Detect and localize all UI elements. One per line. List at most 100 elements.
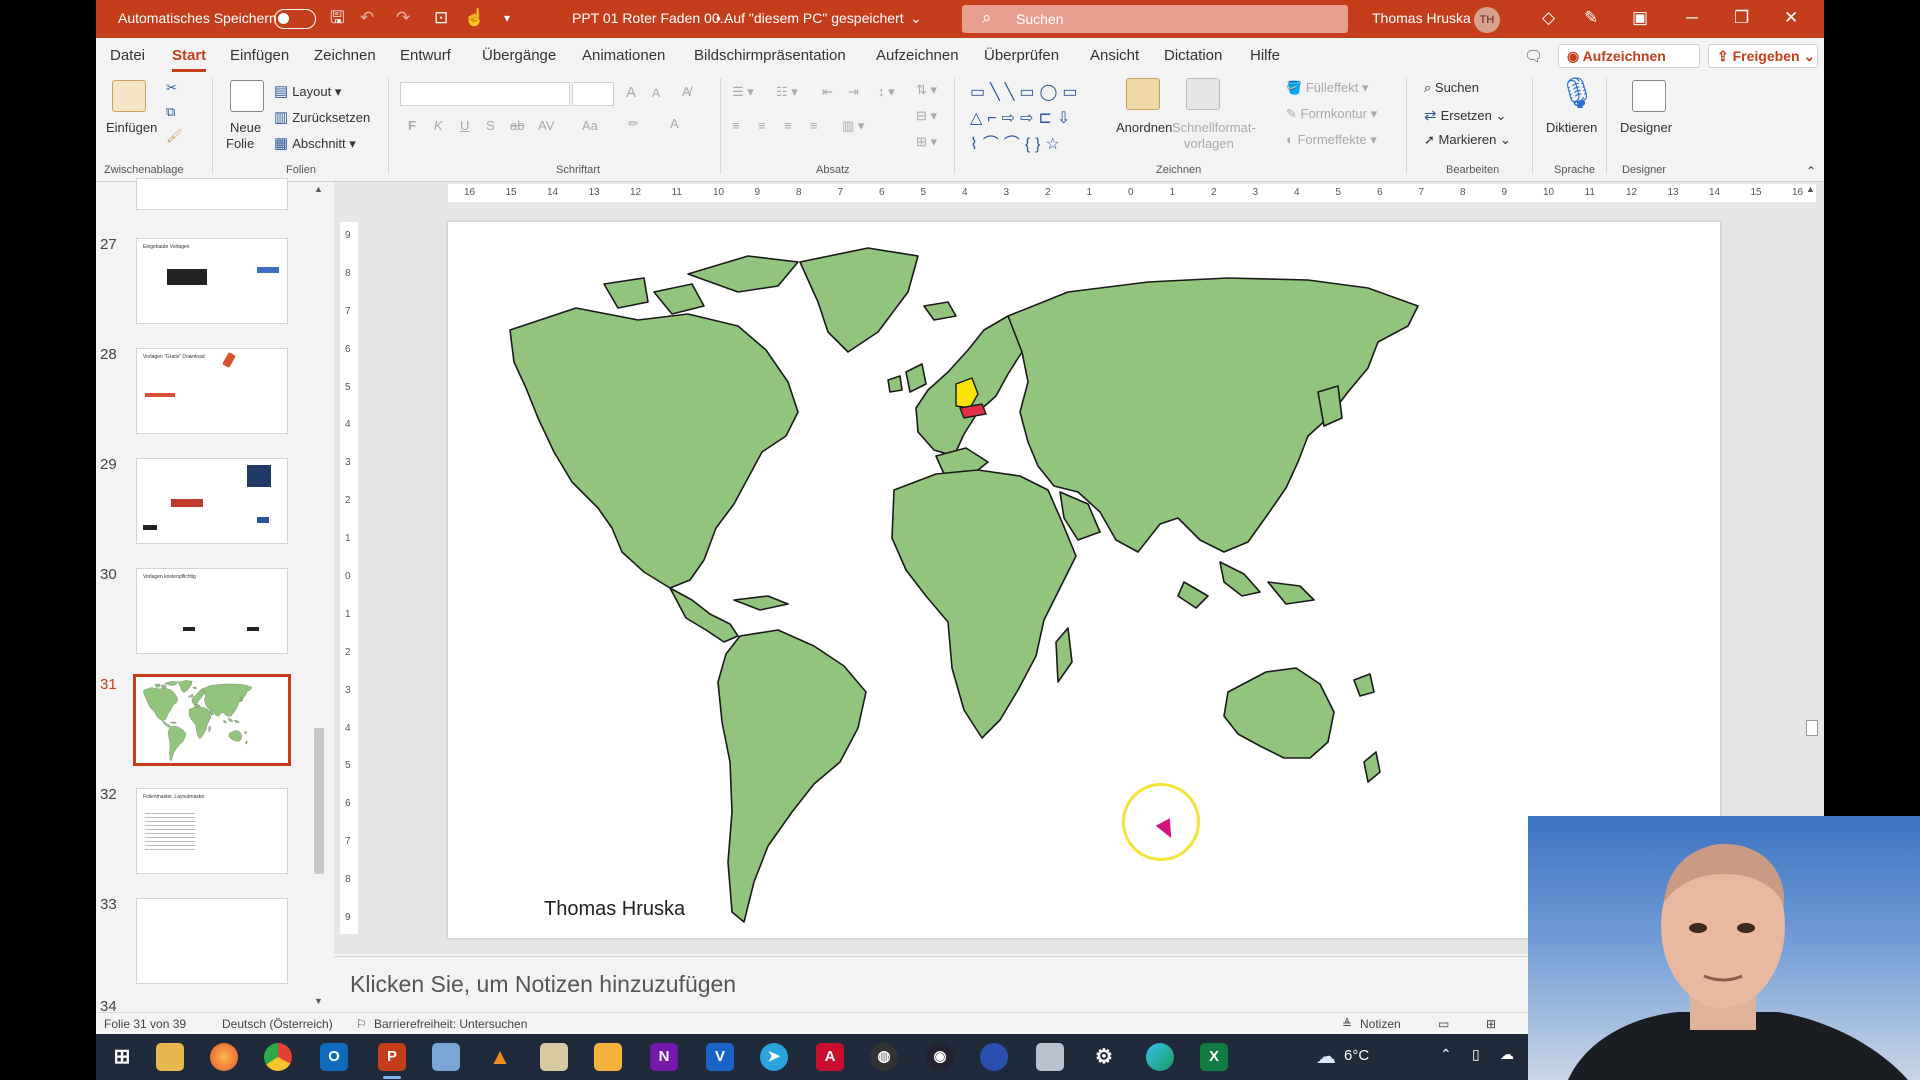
align-right-icon[interactable]: ≡ — [784, 118, 792, 133]
tab-zeichnen[interactable]: Zeichnen — [314, 47, 376, 64]
find-button[interactable]: ⌕ Suchen — [1424, 80, 1479, 96]
cut-icon[interactable]: ✂ — [166, 80, 177, 96]
smartart-icon[interactable]: ⊞ ▾ — [916, 134, 937, 150]
app-icon[interactable]: ◉ — [926, 1043, 954, 1071]
file-explorer-icon[interactable] — [156, 1043, 184, 1071]
pen-icon[interactable]: ✎ — [1584, 8, 1598, 28]
app-icon[interactable] — [432, 1043, 460, 1071]
reset-button[interactable]: ▥ Zurücksetzen — [274, 108, 370, 126]
normal-view-icon[interactable]: ▭ — [1438, 1017, 1449, 1031]
redo-icon[interactable]: ↷ — [396, 8, 410, 28]
obs-icon[interactable]: ◍ — [870, 1043, 898, 1071]
shapes-gallery[interactable]: ▭╲╲▭◯▭ △⌐⇨⇨⊏⇩ ⌇⌒⌒{}☆ — [970, 80, 1100, 160]
tray-icon[interactable]: ▯ — [1472, 1046, 1480, 1063]
slide-thumbnail-27[interactable]: Eingebaute Vorlagen — [136, 238, 288, 324]
save-location[interactable]: • Auf "diesem PC" gespeichert — [716, 10, 904, 26]
new-slide-icon[interactable] — [230, 80, 264, 112]
quick-styles-icon[interactable] — [1186, 78, 1220, 110]
firefox-icon[interactable] — [210, 1043, 238, 1071]
editing-scroll-up-icon[interactable]: ▲ — [1806, 184, 1815, 194]
telegram-icon[interactable]: ➤ — [760, 1043, 788, 1071]
designer-button[interactable]: Designer — [1620, 120, 1672, 135]
arrange-button[interactable]: Anordnen — [1116, 120, 1172, 135]
outlook-icon[interactable]: O — [320, 1043, 348, 1071]
underline-button[interactable]: U — [460, 118, 469, 133]
onenote-icon[interactable]: N — [650, 1043, 678, 1071]
thumbnail-scrollbar-thumb[interactable] — [314, 728, 324, 874]
close-icon[interactable]: ✕ — [1784, 8, 1798, 28]
replace-button[interactable]: ⇄ Ersetzen ⌄ — [1424, 106, 1506, 124]
restore-icon[interactable]: ❐ — [1734, 8, 1749, 28]
app-icon[interactable] — [594, 1043, 622, 1071]
shrink-font-button[interactable]: A — [652, 86, 660, 100]
paste-icon[interactable] — [112, 80, 146, 112]
slide-thumbnail-31-selected[interactable] — [133, 674, 291, 766]
tab-datei[interactable]: Datei — [110, 47, 145, 64]
present-icon[interactable]: ⊡ — [434, 8, 448, 28]
layout-button[interactable]: ▤ Layout ▾ — [274, 82, 341, 100]
numbering-icon[interactable]: ☷ ▾ — [776, 84, 798, 100]
tab-dictation[interactable]: Dictation — [1164, 47, 1222, 64]
minimize-icon[interactable]: ─ — [1686, 8, 1698, 28]
autosave-toggle[interactable] — [274, 9, 316, 29]
accessibility-check[interactable]: Barrierefreiheit: Untersuchen — [374, 1017, 527, 1031]
tab-ueberpruefen[interactable]: Überprüfen — [984, 47, 1059, 64]
arrange-icon[interactable] — [1126, 78, 1160, 110]
ribbon-display-icon[interactable]: ▣ — [1632, 8, 1648, 28]
italic-button[interactable]: K — [434, 118, 443, 133]
language-indicator[interactable]: Deutsch (Österreich) — [222, 1017, 333, 1031]
text-direction-icon[interactable]: ⇅ ▾ — [916, 82, 937, 98]
tab-entwurf[interactable]: Entwurf — [400, 47, 451, 64]
edge-icon[interactable] — [1146, 1043, 1174, 1071]
dictate-button[interactable]: Diktieren — [1546, 120, 1597, 135]
share-button[interactable]: ⇪ Freigeben ⌄ — [1708, 44, 1818, 68]
touch-mode-icon[interactable]: ☝ — [464, 8, 485, 28]
avatar[interactable]: TH — [1474, 7, 1500, 33]
increase-indent-icon[interactable]: ⇥ — [848, 84, 859, 100]
slide-thumbnail-33[interactable] — [136, 898, 288, 984]
clear-format-icon[interactable]: A̸ — [682, 84, 691, 99]
line-spacing-icon[interactable]: ↕ ▾ — [878, 84, 895, 100]
slide-thumbnail-29[interactable] — [136, 458, 288, 544]
app-icon[interactable] — [1036, 1043, 1064, 1071]
tab-bildschirmpraesentation[interactable]: Bildschirmpräsentation — [694, 47, 846, 64]
quick-styles-label-2[interactable]: vorlagen — [1184, 136, 1234, 151]
slide-sorter-icon[interactable]: ⊞ — [1486, 1017, 1496, 1031]
justify-icon[interactable]: ≡ — [810, 118, 818, 133]
char-spacing-button[interactable]: AV — [538, 118, 554, 133]
bold-button[interactable]: F — [408, 118, 416, 133]
slide-thumbnail-32[interactable]: Folienmaster, Layoutmaster — [136, 788, 288, 874]
chrome-icon[interactable] — [264, 1043, 292, 1071]
section-button[interactable]: ▦ Abschnitt ▾ — [274, 134, 356, 152]
align-center-icon[interactable]: ≡ — [758, 118, 766, 133]
excel-icon[interactable]: X — [1200, 1043, 1228, 1071]
editing-scrollbar-thumb[interactable] — [1806, 720, 1818, 736]
new-slide-label-2[interactable]: Folie — [226, 136, 254, 151]
font-name-field[interactable] — [400, 82, 570, 106]
designer-icon[interactable] — [1632, 80, 1666, 112]
format-painter-icon[interactable]: 🖌 — [166, 128, 183, 144]
highlight-icon[interactable]: ✏ — [628, 116, 639, 132]
collapse-ribbon-icon[interactable]: ⌃ — [1806, 164, 1816, 178]
slide-thumbnail-26[interactable] — [136, 178, 288, 210]
thumbnail-scrollbar[interactable] — [312, 186, 326, 1008]
new-slide-label-1[interactable]: Neue — [230, 120, 261, 135]
tab-animationen[interactable]: Animationen — [582, 47, 665, 64]
shape-fill-button[interactable]: 🪣 Fülleffekt ▾ — [1286, 80, 1368, 96]
app-icon[interactable] — [980, 1043, 1008, 1071]
weather-temperature[interactable]: 6°C — [1344, 1047, 1369, 1064]
comments-icon[interactable]: 🗨 — [1524, 47, 1543, 65]
user-name[interactable]: Thomas Hruska — [1372, 10, 1471, 26]
customize-qat-icon[interactable]: ▾ — [504, 8, 510, 28]
weather-icon[interactable]: ☁ — [1316, 1044, 1336, 1069]
columns-icon[interactable]: ▥ ▾ — [842, 118, 864, 134]
tab-aufzeichnen[interactable]: Aufzeichnen — [876, 47, 959, 64]
font-size-field[interactable] — [572, 82, 614, 106]
shadow-button[interactable]: S — [486, 118, 495, 133]
shape-outline-button[interactable]: ✎ Formkontur ▾ — [1286, 106, 1377, 122]
select-button[interactable]: ➚ Markieren ⌄ — [1424, 132, 1511, 148]
app-icon[interactable] — [540, 1043, 568, 1071]
document-title[interactable]: PPT 01 Roter Faden 00... — [572, 10, 731, 26]
scroll-down-icon[interactable]: ▼ — [314, 996, 323, 1006]
tab-einfuegen[interactable]: Einfügen — [230, 47, 289, 64]
